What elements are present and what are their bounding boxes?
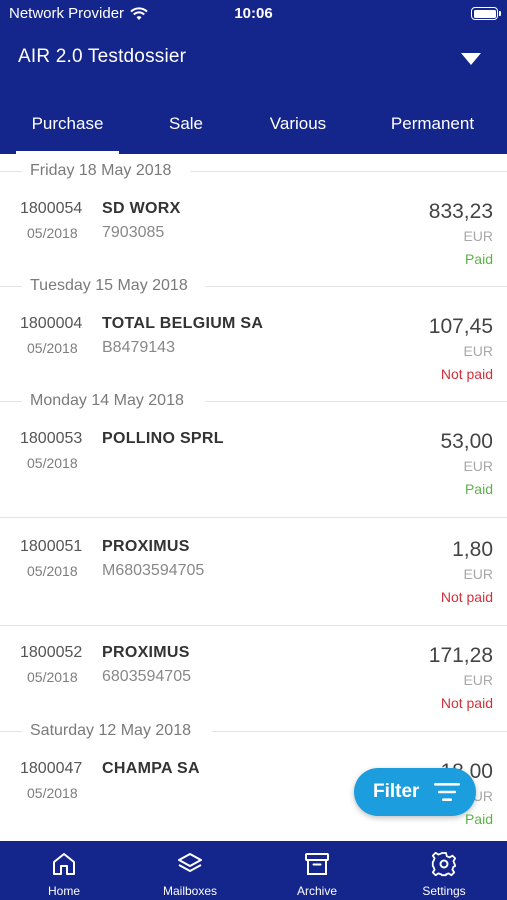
tab-sale[interactable]: Sale	[153, 104, 219, 154]
dossier-title[interactable]: AIR 2.0 Testdossier	[18, 46, 186, 68]
app-header: Network Provider 10:06 AIR 2.0 Testdossi…	[0, 0, 507, 154]
nav-home[interactable]: Home	[9, 841, 119, 900]
supplier-name: PROXIMUS	[102, 644, 190, 661]
document-period: 05/2018	[27, 340, 78, 356]
date-group-header: Friday 18 May 2018	[0, 154, 507, 188]
filter-icon	[434, 783, 460, 801]
nav-home-label: Home	[47, 884, 80, 898]
list-item[interactable]: 1800051 PROXIMUS 05/2018 M6803594705 1,8…	[0, 518, 507, 626]
nav-archive-label: Archive	[296, 884, 337, 898]
document-currency: EUR	[463, 566, 493, 582]
document-amount: 107,45	[428, 315, 493, 338]
supplier-name: CHAMPA SA	[102, 760, 200, 777]
list-item[interactable]: 1800053 POLLINO SPRL 05/2018 53,00 EUR P…	[0, 418, 507, 518]
document-amount: 171,28	[428, 644, 493, 667]
document-reference: 6803594705	[102, 668, 191, 685]
date-group-header: Tuesday 15 May 2018	[0, 269, 507, 303]
document-period: 05/2018	[27, 563, 78, 579]
archive-icon	[305, 853, 329, 875]
document-number: 1800052	[20, 644, 83, 661]
layers-icon	[178, 853, 202, 872]
nav-mailboxes[interactable]: Mailboxes	[135, 841, 245, 900]
status-bar: Network Provider 10:06	[0, 0, 507, 28]
document-currency: EUR	[463, 672, 493, 688]
document-number: 1800053	[20, 430, 83, 447]
nav-mailboxes-label: Mailboxes	[162, 884, 218, 898]
document-number: 1800051	[20, 538, 83, 555]
date-group-header: Monday 14 May 2018	[0, 384, 507, 418]
payment-status: Not paid	[440, 366, 493, 382]
supplier-name: PROXIMUS	[102, 538, 190, 555]
supplier-name: TOTAL BELGIUM SA	[102, 315, 264, 332]
payment-status: Paid	[464, 811, 493, 827]
payment-status: Not paid	[440, 589, 493, 605]
nav-settings-label: Settings	[422, 884, 466, 898]
document-currency: EUR	[463, 458, 493, 474]
document-number: 1800047	[20, 760, 83, 777]
document-amount: 1,80	[452, 538, 493, 561]
document-list[interactable]: Friday 18 May 2018 1800054 SD WORX 05/20…	[0, 154, 507, 841]
battery-icon	[471, 7, 501, 20]
gear-icon	[431, 851, 457, 877]
date-group-label: Saturday 12 May 2018	[30, 722, 197, 740]
payment-status: Paid	[464, 251, 493, 267]
date-group-label: Monday 14 May 2018	[30, 392, 190, 410]
nav-archive[interactable]: Archive	[262, 841, 372, 900]
clock: 10:06	[234, 5, 273, 22]
document-currency: EUR	[463, 228, 493, 244]
supplier-name: SD WORX	[102, 200, 181, 217]
document-amount: 833,23	[428, 200, 493, 223]
document-currency: EUR	[463, 343, 493, 359]
payment-status: Paid	[464, 481, 493, 497]
tab-various[interactable]: Various	[256, 104, 340, 154]
document-reference: B8479143	[102, 339, 175, 356]
date-group-header: Saturday 12 May 2018	[0, 714, 507, 748]
document-reference: 7903085	[102, 224, 165, 241]
filter-button[interactable]: Filter	[354, 768, 476, 816]
date-group-label: Tuesday 15 May 2018	[30, 277, 194, 295]
payment-status: Not paid	[440, 695, 493, 711]
filter-button-label: Filter	[373, 781, 420, 802]
tab-bar: Purchase Sale Various Permanent	[0, 104, 507, 154]
document-number: 1800054	[20, 200, 83, 217]
supplier-name: POLLINO SPRL	[102, 430, 224, 447]
bottom-navigation: Home Mailboxes Archive Settings	[0, 841, 507, 900]
document-period: 05/2018	[27, 455, 78, 471]
document-amount: 53,00	[440, 430, 493, 453]
nav-settings[interactable]: Settings	[389, 841, 499, 900]
document-period: 05/2018	[27, 785, 78, 801]
dropdown-caret-icon[interactable]	[461, 53, 481, 65]
document-reference: M6803594705	[102, 562, 205, 579]
document-period: 05/2018	[27, 225, 78, 241]
tab-purchase[interactable]: Purchase	[16, 104, 119, 154]
document-period: 05/2018	[27, 669, 78, 685]
tab-permanent[interactable]: Permanent	[380, 104, 485, 154]
list-item[interactable]: 1800052 PROXIMUS 05/2018 6803594705 171,…	[0, 626, 507, 714]
document-number: 1800004	[20, 315, 83, 332]
date-group-label: Friday 18 May 2018	[30, 162, 178, 180]
home-icon	[53, 853, 75, 875]
